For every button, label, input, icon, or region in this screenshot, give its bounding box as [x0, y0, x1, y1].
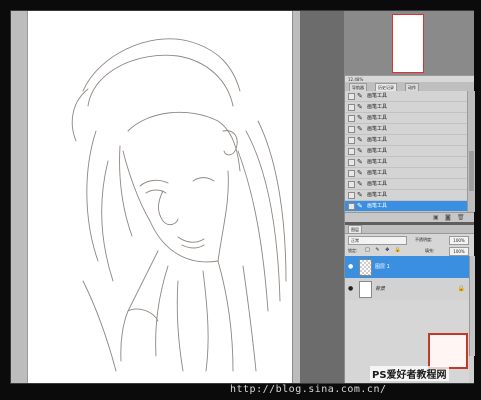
layers-tab-row: 图层 — [345, 225, 474, 234]
history-item[interactable]: ✎ 画笔工具 — [345, 190, 467, 201]
blog-url: http://blog.sina.com.cn/ — [230, 384, 387, 395]
fill-label: 填充: — [425, 248, 435, 253]
history-list: ✎ 画笔工具 ✎ 画笔工具 ✎ 画笔工具 ✎ 画笔工具 ✎ 画笔工具 ✎ 画笔工具 ✎ 画笔工… — [345, 91, 467, 212]
tab-layers[interactable]: 图层 — [348, 225, 362, 233]
brush-icon: ✎ — [357, 202, 363, 210]
eye-icon[interactable]: ● — [348, 286, 353, 292]
history-checkbox[interactable] — [348, 148, 355, 155]
layer-name: 背景 — [375, 286, 386, 292]
snapshot-icon[interactable]: ◙ — [445, 215, 451, 221]
history-checkbox[interactable] — [348, 126, 355, 133]
new-document-icon[interactable]: ▣ — [433, 215, 439, 221]
lock-icon: 🔒 — [457, 285, 465, 292]
eye-icon[interactable]: ● — [348, 264, 353, 270]
history-item[interactable]: ✎ 画笔工具 — [345, 135, 467, 146]
history-item[interactable]: ✎ 画笔工具 — [345, 146, 467, 157]
layers-scrollbar[interactable] — [469, 256, 475, 356]
history-checkbox[interactable] — [348, 192, 355, 199]
brush-icon: ✎ — [357, 136, 363, 144]
opacity-label: 不透明度: — [415, 237, 433, 242]
brush-icon: ✎ — [357, 147, 363, 155]
blend-mode-select[interactable]: 正常 — [348, 236, 407, 245]
history-scrollbar[interactable] — [467, 91, 475, 212]
brush-icon: ✎ — [357, 191, 363, 199]
history-checkbox[interactable] — [348, 104, 355, 111]
history-checkbox[interactable] — [348, 203, 355, 210]
layer-row-background[interactable]: ● 背景 🔒 — [345, 278, 469, 301]
lock-label: 锁定: — [348, 248, 358, 253]
layer-thumbnail — [359, 281, 372, 298]
navigator-preview — [345, 11, 474, 75]
line-sketch-drawing — [71, 38, 287, 372]
history-item-selected[interactable]: ✎ 画笔工具 — [345, 201, 467, 212]
history-checkbox[interactable] — [348, 181, 355, 188]
history-checkbox[interactable] — [348, 170, 355, 177]
history-checkbox[interactable] — [348, 115, 355, 122]
seal-logo — [428, 333, 468, 369]
history-item[interactable]: ✎ 画笔工具 — [345, 113, 467, 124]
trash-icon[interactable]: 🗑 — [457, 215, 465, 221]
navigator-thumbnail[interactable] — [392, 14, 424, 73]
right-panel-dock: 12.48% 导航器 历史记录 动作 ✎ 画笔工具 ✎ 画笔工具 ✎ 画笔工具 ✎ 画笔… — [344, 11, 475, 383]
left-ruler-strip — [11, 11, 28, 383]
history-item[interactable]: ✎ 画笔工具 — [345, 124, 467, 135]
history-item[interactable]: ✎ 画笔工具 — [345, 179, 467, 190]
brush-icon: ✎ — [357, 125, 363, 133]
brush-icon: ✎ — [357, 158, 363, 166]
brush-icon: ✎ — [357, 92, 363, 100]
history-item[interactable]: ✎ 画笔工具 — [345, 157, 467, 168]
history-item[interactable]: ✎ 画笔工具 — [345, 91, 467, 102]
history-checkbox[interactable] — [348, 93, 355, 100]
brush-icon: ✎ — [357, 103, 363, 111]
history-item[interactable]: ✎ 画笔工具 — [345, 168, 467, 179]
workspace-background — [300, 11, 344, 383]
document-canvas[interactable] — [28, 11, 292, 383]
layer-thumbnail — [359, 259, 372, 276]
history-checkbox[interactable] — [348, 159, 355, 166]
history-scroll-thumb[interactable] — [469, 151, 474, 191]
site-watermark: PS爱好者教程网 — [370, 366, 449, 381]
layer-row-layer1[interactable]: ● 图层 1 — [345, 256, 469, 279]
fill-input[interactable]: 100% — [449, 247, 469, 256]
opacity-input[interactable]: 100% — [449, 236, 469, 245]
layer-name: 图层 1 — [375, 264, 390, 270]
history-item[interactable]: ✎ 画笔工具 — [345, 102, 467, 113]
photoshop-window: 12.48% 导航器 历史记录 动作 ✎ 画笔工具 ✎ 画笔工具 ✎ 画笔工具 ✎ 画笔… — [10, 10, 475, 384]
brush-icon: ✎ — [357, 180, 363, 188]
brush-icon: ✎ — [357, 114, 363, 122]
brush-icon: ✎ — [357, 169, 363, 177]
lock-icons[interactable]: □ ✎ ✥ 🔒 — [365, 245, 403, 256]
blend-opacity-row: 正常 不透明度: 100% — [345, 234, 474, 245]
history-checkbox[interactable] — [348, 137, 355, 144]
